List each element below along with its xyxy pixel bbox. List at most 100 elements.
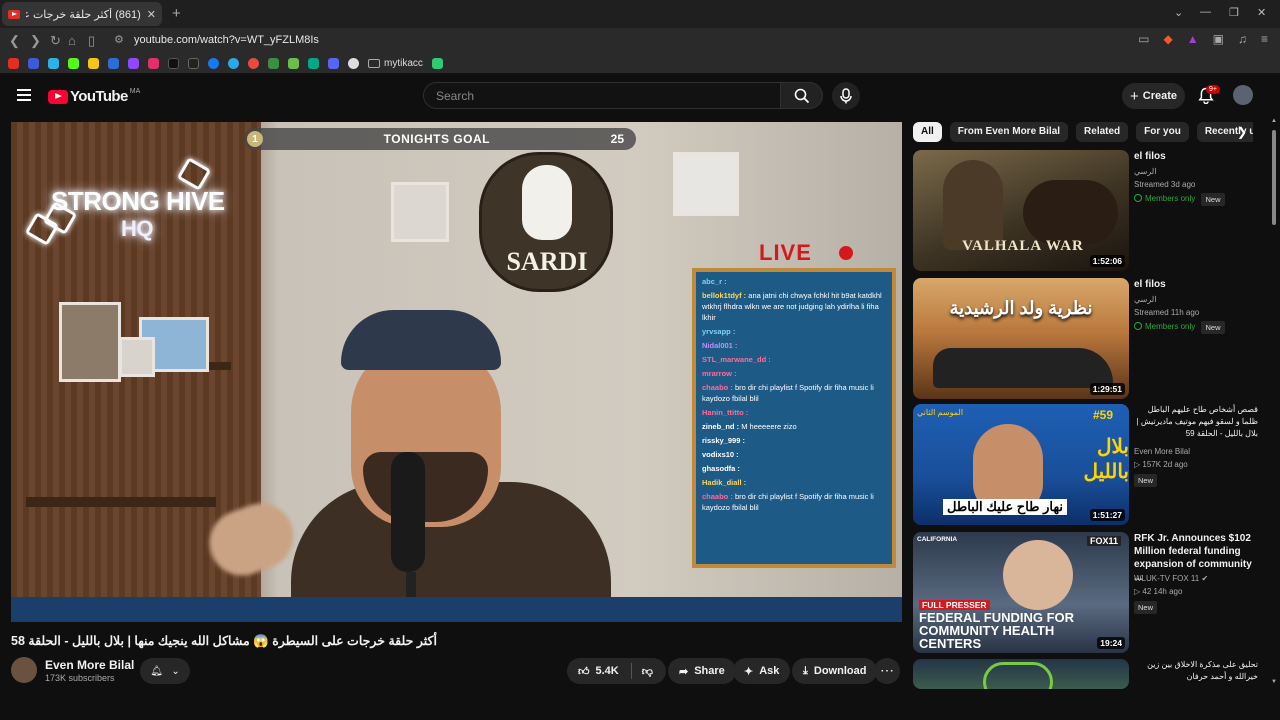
bookmark-icon[interactable] [88,57,99,69]
chat-message: yrvsapp : [702,326,886,337]
forward-icon[interactable]: ❯ [30,33,41,49]
menu-icon[interactable] [17,89,31,104]
channel-name[interactable]: Even More Bilal [45,658,134,672]
ask-button[interactable]: ✦ Ask [733,658,791,684]
rec-title[interactable]: el filos [1134,150,1258,163]
account-avatar[interactable] [1233,85,1253,105]
bookmark-icon[interactable] [108,57,119,69]
recommendation-item[interactable]: VALHALA WAR 1:52:06 el filos الرسي Strea… [913,150,1258,272]
video-thumbnail[interactable]: CALIFORNIA FOX11 FULL PRESSER FEDERAL FU… [913,532,1129,653]
create-button[interactable]: + Create [1122,83,1185,109]
bookmark-icon[interactable] [308,57,319,69]
chat-message: Nidal001 : [702,340,886,351]
rec-channel[interactable]: الرسي [1134,167,1156,176]
maximize-icon[interactable]: ❐ [1229,6,1239,19]
bookmark-icon[interactable] [431,57,443,69]
share-button[interactable]: ➦ Share [668,658,736,684]
twitch-bookmark-icon[interactable] [128,57,139,69]
instagram-bookmark-icon[interactable] [148,57,159,69]
youtube-logo[interactable]: YouTube MA [48,88,140,105]
scroll-down-icon[interactable]: ▼ [1271,679,1277,685]
facebook-bookmark-icon[interactable] [208,57,219,69]
bookmark-icon[interactable]: ▯ [88,33,95,49]
download-button[interactable]: ⤓ Download [792,658,878,684]
menu-icon[interactable]: ≡ [1261,32,1268,46]
url-field[interactable]: youtube.com/watch?v=WT_yFZLM8Is [134,34,319,46]
chip-from-channel[interactable]: From Even More Bilal [949,122,1069,142]
cast-icon[interactable]: ▭ [1138,32,1149,46]
search-input[interactable] [436,89,736,103]
rec-meta: 157K 2d ago [1142,460,1188,469]
video-progress-bar[interactable] [11,597,902,622]
bookmark-icon[interactable] [268,57,279,69]
search-button[interactable] [781,82,823,109]
globe-bookmark-icon[interactable] [348,57,359,69]
full-presser-tag: FULL PRESSER [919,600,990,610]
chat-message: ghasodfa : [702,463,886,474]
subscribed-button[interactable]: 🔔︎ ⌄ [140,658,190,684]
new-badge: New [1134,601,1158,614]
youtube-bookmark-icon[interactable] [8,57,19,69]
site-info-icon[interactable]: ⚙ [114,33,124,46]
rec-channel[interactable]: WLUK-TV FOX 11 [1134,574,1199,583]
close-window-icon[interactable]: ✕ [1257,6,1266,19]
goal-title: TONIGHTS GOAL [383,132,490,146]
video-duration: 19:24 [1097,637,1125,649]
bookmark-folder[interactable]: mytikacc [368,58,423,69]
kick-bookmark-icon[interactable] [68,57,79,69]
home-icon[interactable]: ⌂ [68,33,76,48]
browser-tab[interactable]: (861) أكثر حلقة خرجات على السيطرة ✕ [2,2,162,26]
video-thumbnail[interactable]: نظرية ولد الرشيدية 1:29:51 [913,278,1129,399]
rec-title[interactable]: تحليق على مذكرة الاخلاق بين زين خيرالله … [1134,659,1258,683]
recommendation-item[interactable]: نظرية ولد الرشيدية 1:29:51 el filos الرس… [913,278,1258,400]
rec-title[interactable]: قصص أشخاص طاح عليهم الباطل ظلما و لسقو ف… [1134,404,1258,440]
thumbnail-text: نهار طاح عليك الباطل [943,499,1067,515]
chip-for-you[interactable]: For you [1136,122,1189,142]
channel-avatar[interactable] [11,657,37,683]
bookmark-icon[interactable] [28,57,39,69]
discord-bookmark-icon[interactable] [328,57,339,69]
video-thumbnail[interactable]: الموسم الثاني بلال بالليل #59 نهار طاح ع… [913,404,1129,525]
chip-related[interactable]: Related [1076,122,1129,142]
chip-all[interactable]: All [913,122,942,142]
brave-rewards-icon[interactable]: ▲ [1187,32,1199,46]
tab-list-icon[interactable]: ⌄ [1174,6,1183,19]
reload-icon[interactable]: ↻ [50,33,61,49]
new-tab-icon[interactable]: + [172,5,181,22]
rec-channel[interactable]: الرسي [1134,295,1156,304]
x-bookmark-icon[interactable] [188,57,199,69]
scrollbar-thumb[interactable] [1272,130,1276,225]
bookmark-icon[interactable] [48,57,59,69]
telegram-bookmark-icon[interactable] [228,57,239,69]
recommendation-item[interactable]: CALIFORNIA FOX11 FULL PRESSER FEDERAL FU… [913,532,1258,654]
scroll-up-icon[interactable]: ▲ [1271,118,1277,124]
rec-channel[interactable]: Even More Bilal [1134,447,1190,456]
brave-shield-icon[interactable]: ◆ [1164,32,1173,46]
media-icon[interactable]: ♫ [1238,32,1247,46]
sidebar-icon[interactable]: ▣ [1213,32,1224,46]
bookmark-icon[interactable] [288,57,299,69]
video-thumbnail[interactable]: VALHALA WAR 1:52:06 [913,150,1129,271]
chevron-right-icon[interactable]: ❯ [1237,125,1247,139]
chat-message: Hanin_ttitto : [702,407,886,418]
minimize-icon[interactable]: — [1200,6,1211,18]
rec-title[interactable]: el filos [1134,278,1258,291]
video-player[interactable]: STRONG HIVE HQ 1 TONIGHTS GOAL 25 SARDI … [11,122,902,622]
recommendation-item[interactable]: الموسم الثاني بلال بالليل #59 نهار طاح ع… [913,404,1258,526]
more-actions-icon[interactable]: ⋯ [874,658,900,684]
recommendation-item[interactable]: تحليق على مذكرة الاخلاق بين زين خيرالله … [913,659,1258,689]
neon-sign: STRONG HIVE HQ [51,187,225,243]
folder-icon [368,58,380,68]
tiktok-bookmark-icon[interactable] [168,57,179,69]
close-tab-icon[interactable]: ✕ [147,8,156,21]
thumbs-up-icon[interactable]: 👍︎ [578,665,590,678]
bookmark-icon[interactable] [248,57,259,69]
like-count[interactable]: 5.4K [596,665,619,677]
back-icon[interactable]: ❮ [9,33,20,49]
video-title: أكثر حلقة خرجات على السيطرة 😱 مشاكل الله… [11,634,437,648]
share-label: Share [694,665,725,677]
thumbs-down-icon[interactable]: 👎︎ [642,665,653,678]
video-thumbnail[interactable] [913,659,1129,689]
chat-message: zineb_nd : M heeeeere zizo [702,421,886,432]
voice-search-button[interactable] [832,82,860,110]
